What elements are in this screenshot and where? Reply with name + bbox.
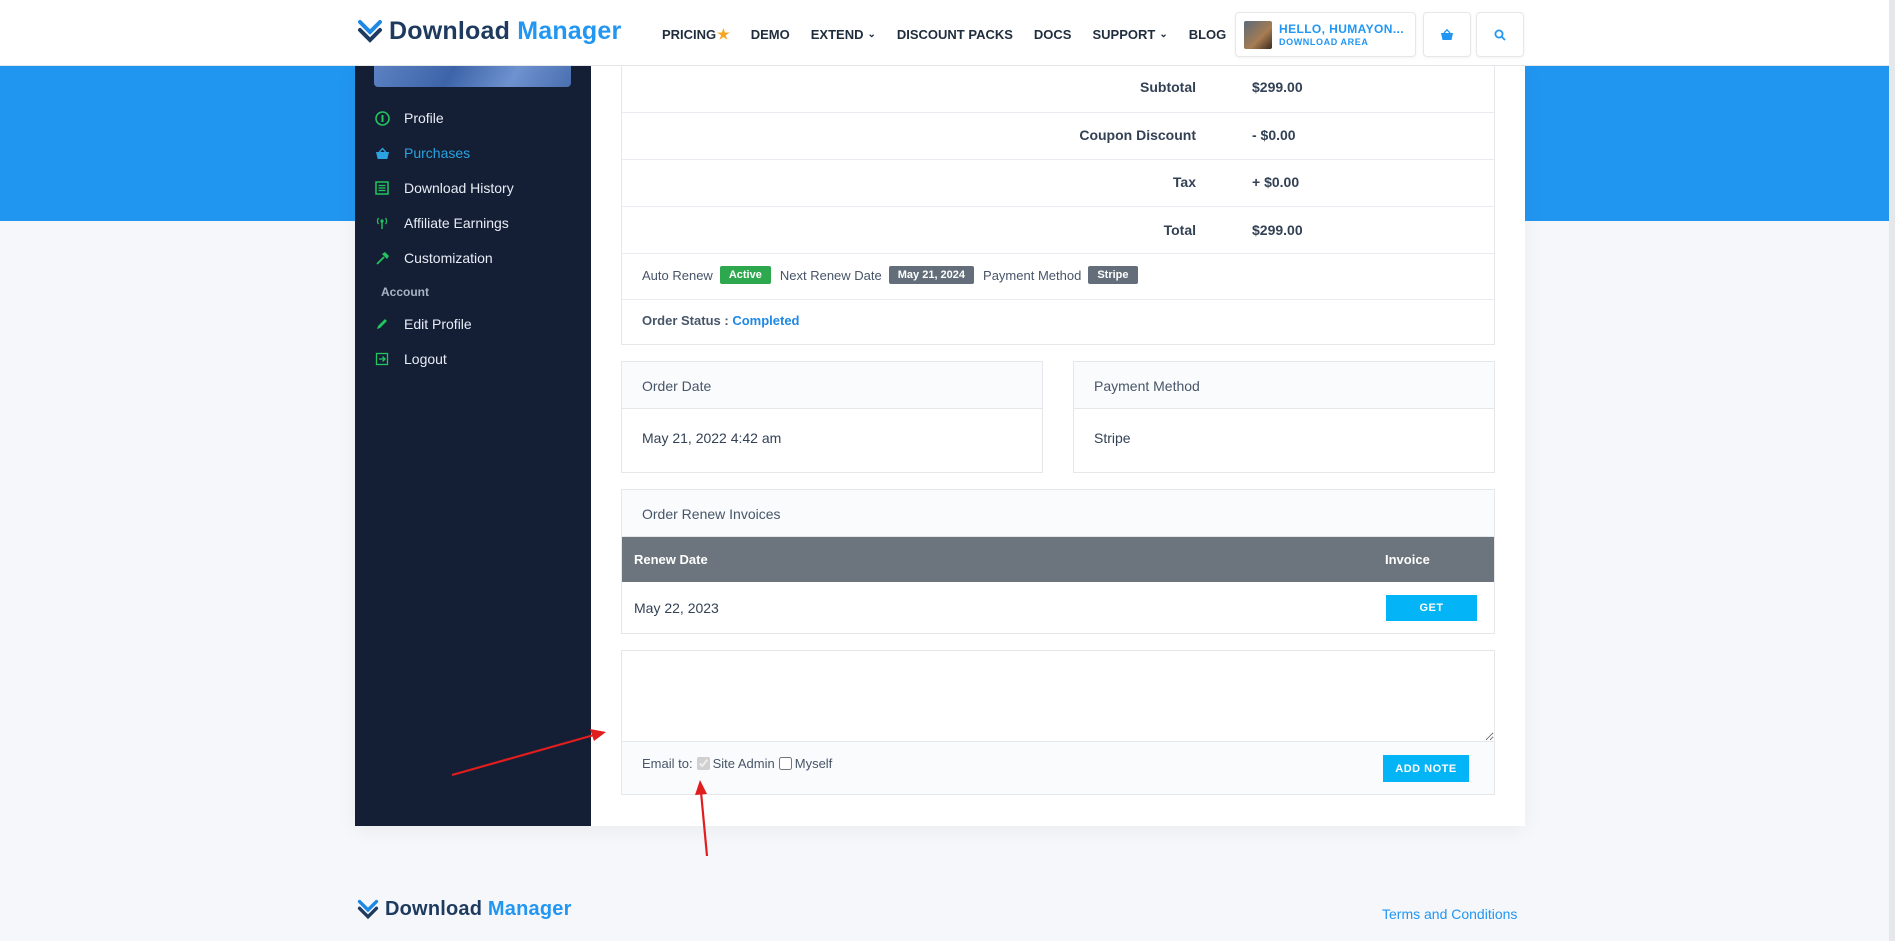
site-admin-label: Site Admin [712, 756, 775, 771]
status-badge: Active [719, 266, 771, 284]
card-title: Order Renew Invoices [622, 490, 1494, 537]
sidebar-item-label: Purchases [404, 145, 471, 161]
sidebar-item-label: Logout [404, 351, 447, 367]
sidebar-item-edit-profile[interactable]: Edit Profile [374, 316, 472, 332]
nav-extend[interactable]: EXTEND ⌄ [811, 27, 876, 42]
download-area-label: DOWNLOAD AREA [1279, 37, 1369, 47]
user-greeting: HELLO, HUMAYON... [1279, 22, 1405, 36]
sidebar-item-label: Affiliate Earnings [404, 215, 509, 231]
subscription-meta: Auto Renew Active Next Renew Date May 21… [642, 266, 1147, 284]
sidebar-section-account: Account [381, 285, 429, 299]
email-to-label: Email to: [642, 756, 693, 771]
renew-date-cell: May 22, 2023 [634, 599, 719, 616]
payment-method-badge: Stripe [1088, 266, 1138, 284]
avatar [1244, 20, 1272, 49]
note-textarea[interactable] [622, 651, 1494, 742]
totals-row-tax: Tax + $0.00 [622, 160, 1494, 207]
sidebar-item-label: Edit Profile [404, 316, 472, 332]
totals-label: Subtotal [1140, 79, 1196, 95]
order-date-value: May 21, 2022 4:42 am [642, 430, 782, 446]
site-header: Download Manager PRICING ★ DEMO EXTEND ⌄ D… [0, 0, 1889, 66]
sidebar-item-profile[interactable]: Profile [374, 110, 444, 126]
chevron-down-icon: ⌄ [1159, 29, 1168, 40]
card-title: Order Date [622, 362, 1042, 409]
star-icon: ★ [717, 26, 730, 42]
order-date-card: Order Date May 21, 2022 4:42 am [621, 361, 1043, 473]
nav-blog[interactable]: BLOG [1189, 27, 1227, 42]
list-icon [374, 180, 390, 196]
sidebar-item-customization[interactable]: Customization [374, 250, 493, 266]
logout-icon [374, 351, 390, 367]
pencil-icon [374, 316, 390, 332]
sidebar-item-label: Profile [404, 110, 444, 126]
totals-row-total: Total $299.00 [622, 207, 1494, 254]
totals-row-subtotal: Subtotal $299.00 [622, 66, 1494, 113]
totals-label: Tax [1172, 174, 1196, 190]
nav-support[interactable]: SUPPORT ⌄ [1092, 27, 1167, 42]
sidebar-item-purchases[interactable]: Purchases [374, 145, 470, 161]
nav-docs[interactable]: DOCS [1034, 27, 1072, 42]
nav-discount-packs[interactable]: DISCOUNT PACKS [897, 27, 1013, 42]
cart-button[interactable] [1423, 12, 1471, 57]
chevron-down-icon: ⌄ [867, 29, 876, 40]
myself-label: Myself [794, 756, 833, 771]
payment-method-value: Stripe [1094, 430, 1131, 446]
terms-link[interactable]: Terms and Conditions [1382, 906, 1517, 922]
table-header: Renew Date Invoice [622, 537, 1494, 582]
totals-value: + $0.00 [1252, 174, 1300, 190]
nav-pricing[interactable]: PRICING ★ [662, 26, 730, 43]
payment-method-label: Payment Method [983, 267, 1082, 283]
basket-icon [1441, 28, 1453, 40]
order-totals-panel: Subtotal $299.00 Coupon Discount - $0.00… [621, 66, 1495, 345]
renew-invoices-panel: Order Renew Invoices Renew Date Invoice … [621, 489, 1495, 634]
main-nav: PRICING ★ DEMO EXTEND ⌄ DISCOUNT PACKS DOC… [662, 26, 1247, 43]
logo-text: Download Manager [385, 898, 572, 920]
totals-value: $299.00 [1252, 222, 1303, 238]
add-note-button[interactable]: ADD NOTE [1383, 755, 1469, 782]
order-status: Order Status : Completed [642, 313, 799, 328]
sidebar-item-affiliate-earnings[interactable]: Affiliate Earnings [374, 215, 509, 231]
sidebar-item-label: Customization [404, 250, 493, 266]
order-status-value: Completed [732, 313, 800, 328]
column-header-invoice: Invoice [1385, 552, 1430, 567]
totals-label: Total [1163, 222, 1196, 238]
site-admin-checkbox[interactable] [696, 757, 710, 770]
sidebar-item-logout[interactable]: Logout [374, 351, 447, 367]
table-row: May 22, 2023 GET [622, 582, 1494, 633]
totals-value: $299.00 [1252, 79, 1303, 95]
next-renew-label: Next Renew Date [779, 267, 882, 283]
totals-row-coupon: Coupon Discount - $0.00 [622, 113, 1494, 160]
broadcast-icon [374, 215, 390, 231]
download-manager-logo-icon [358, 19, 382, 43]
footer-logo[interactable]: Download Manager [357, 898, 572, 921]
basket-icon [374, 145, 390, 161]
totals-label: Coupon Discount [1079, 127, 1196, 143]
profile-icon [374, 110, 390, 126]
hammer-icon [374, 250, 390, 266]
myself-checkbox[interactable] [778, 757, 792, 770]
auto-renew-label: Auto Renew [642, 267, 713, 283]
next-renew-badge: May 21, 2024 [888, 266, 975, 284]
nav-demo[interactable]: DEMO [751, 27, 790, 42]
order-status-label: Order Status : [642, 313, 729, 328]
search-icon [1494, 29, 1506, 41]
get-invoice-button[interactable]: GET [1386, 595, 1477, 621]
email-to-options: Email to: Site Admin Myself [642, 756, 832, 771]
totals-value: - $0.00 [1252, 127, 1296, 143]
order-note-panel: Email to: Site Admin Myself ADD NOTE [621, 650, 1495, 795]
site-logo[interactable]: Download Manager [357, 17, 621, 46]
payment-method-card: Payment Method Stripe [1073, 361, 1495, 473]
download-manager-logo-icon [357, 899, 379, 919]
sidebar-item-label: Download History [404, 180, 514, 196]
card-title: Payment Method [1074, 362, 1494, 409]
scrollbar-track[interactable] [1889, 0, 1895, 941]
search-button[interactable] [1476, 12, 1524, 57]
logo-text: Download Manager [389, 17, 622, 45]
divider [622, 299, 1494, 300]
user-menu[interactable]: HELLO, HUMAYON... DOWNLOAD AREA [1235, 12, 1416, 57]
sidebar-item-download-history[interactable]: Download History [374, 180, 514, 196]
column-header-renew-date: Renew Date [634, 552, 708, 567]
